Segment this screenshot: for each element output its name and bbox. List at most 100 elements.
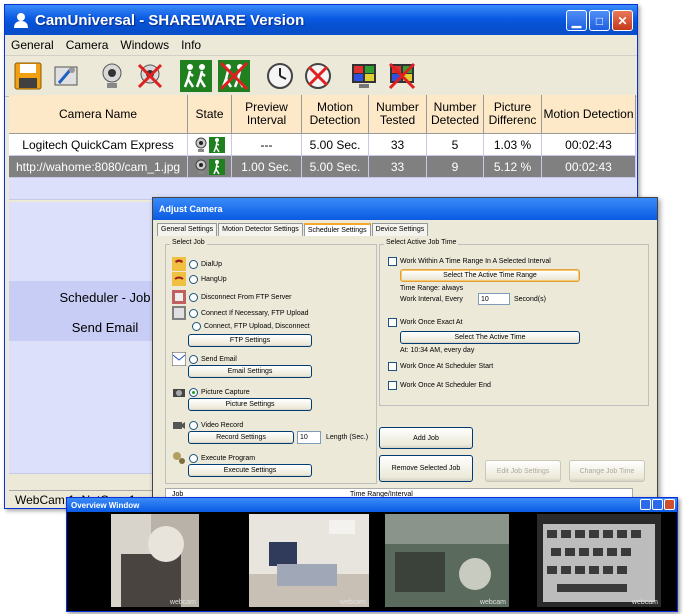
col-state[interactable]: State	[188, 95, 232, 133]
menu-general[interactable]: General	[5, 38, 60, 52]
add-job-button[interactable]: Add Job	[379, 427, 473, 449]
window-title: CamUniversal - SHAREWARE Version	[35, 11, 305, 29]
tab-general-settings[interactable]: General Settings	[157, 223, 218, 236]
checkbox-work-once-exact[interactable]	[388, 318, 397, 327]
webcam-button[interactable]	[95, 59, 129, 93]
scheduler-button[interactable]	[263, 59, 297, 93]
overview-minimize-button[interactable]	[640, 499, 651, 510]
camera-feed-1[interactable]: webcam	[111, 514, 199, 607]
camera-feeds: webcam webcam webcam webcam	[67, 512, 677, 611]
scheduler-disable-button[interactable]	[301, 59, 335, 93]
walking-man-icon	[209, 136, 225, 153]
radio-send-email[interactable]	[189, 354, 198, 364]
camera-feed-3[interactable]: webcam	[385, 514, 509, 607]
option-connect-ftp-upload[interactable]: Connect If Necessary, FTP Upload	[172, 306, 309, 320]
maximize-icon: □	[595, 13, 604, 28]
option-label: Send Email	[201, 355, 237, 363]
check-time-range[interactable]: Work Within A Time Range In A Selected I…	[388, 257, 551, 266]
settings-button[interactable]	[49, 59, 83, 93]
checkbox-scheduler-start[interactable]	[388, 362, 397, 371]
remove-selected-job-button[interactable]: Remove Selected Job	[379, 455, 473, 482]
select-active-time-button[interactable]: Select The Active Time	[400, 331, 580, 344]
select-time-range-button[interactable]: Select The Active Time Range	[400, 269, 580, 282]
option-hangup[interactable]: HangUp	[172, 272, 227, 286]
close-button[interactable]: ✕	[612, 10, 633, 31]
monitor-disabled-icon	[388, 62, 416, 90]
col-number-detected[interactable]: Number Detected	[427, 95, 484, 133]
radio-picture-capture[interactable]	[189, 387, 198, 397]
radio-video-record[interactable]	[189, 420, 198, 430]
check-scheduler-end[interactable]: Work Once At Scheduler End	[388, 381, 491, 390]
check-label: Work Once At Scheduler Start	[400, 363, 494, 370]
save-button[interactable]	[11, 59, 45, 93]
table-row-selected[interactable]: http://wahome:8080/cam_1.jpg 1.00 Sec. 5…	[9, 156, 636, 178]
interval-unit: Second(s)	[514, 296, 546, 303]
option-disconnect-ftp[interactable]: Disconnect From FTP Server	[172, 290, 292, 304]
tab-device-settings[interactable]: Device Settings	[371, 223, 429, 236]
interval-input[interactable]: 10	[478, 293, 510, 305]
menu-camera[interactable]: Camera	[60, 38, 115, 52]
radio-connect-upload-disconnect[interactable]	[192, 322, 201, 331]
option-dialup[interactable]: DialUp	[172, 257, 222, 271]
feed-label: webcam	[339, 599, 366, 606]
option-label: Connect If Necessary, FTP Upload	[201, 309, 309, 317]
length-input[interactable]: 10	[297, 431, 321, 444]
overview-title: Overview Window	[71, 500, 140, 510]
execute-settings-button[interactable]: Execute Settings	[188, 464, 312, 477]
picture-settings-button[interactable]: Picture Settings	[188, 398, 312, 411]
feed-image-1	[111, 514, 199, 607]
dialog-tabs: General Settings Motion Detector Setting…	[157, 223, 429, 236]
checkbox-scheduler-end[interactable]	[388, 381, 397, 390]
camera-feed-4[interactable]: webcam	[537, 514, 661, 607]
col-picture-difference[interactable]: Picture Differenc	[484, 95, 542, 133]
tab-motion-detector-settings[interactable]: Motion Detector Settings	[218, 223, 303, 236]
col-motion-detection[interactable]: Motion Detection	[302, 95, 369, 133]
motion-disable-button[interactable]	[217, 59, 251, 93]
email-settings-button[interactable]: Email Settings	[188, 365, 312, 378]
walking-man-icon	[180, 60, 212, 92]
option-video-record[interactable]: Video Record	[172, 418, 243, 432]
title-bar[interactable]: CamUniversal - SHAREWARE Version ▁ □ ✕	[5, 5, 637, 35]
option-send-email[interactable]: Send Email	[172, 352, 237, 366]
overview-close-button[interactable]	[664, 499, 675, 510]
dialog-title-bar[interactable]: Adjust Camera	[153, 198, 657, 220]
radio-hangup[interactable]	[189, 274, 198, 284]
overview-maximize-button[interactable]	[652, 499, 663, 510]
tab-scheduler-settings[interactable]: Scheduler Settings	[303, 223, 371, 236]
radio-execute-program[interactable]	[189, 453, 198, 463]
menu-windows[interactable]: Windows	[114, 38, 175, 52]
phone-icon	[172, 257, 186, 271]
option-connect-upload-disconnect[interactable]: Connect, FTP Upload, Disconnect	[192, 322, 310, 331]
table-row[interactable]: Logitech QuickCam Express --- 5.00 Sec. …	[9, 134, 636, 156]
col-number-tested[interactable]: Number Tested	[369, 95, 427, 133]
cell-motion-time: 00:02:43	[542, 156, 636, 177]
clock-disabled-icon	[305, 63, 331, 89]
close-icon: ✕	[617, 13, 628, 28]
col-preview-interval[interactable]: Preview Interval	[232, 95, 302, 133]
record-settings-button[interactable]: Record Settings	[188, 431, 294, 444]
radio-connect-ftp-upload[interactable]	[189, 308, 198, 318]
edit-job-settings-button[interactable]: Edit Job Settings	[485, 460, 561, 482]
check-work-once-exact[interactable]: Work Once Exact At	[388, 318, 463, 327]
checkbox-time-range[interactable]	[388, 257, 397, 266]
check-scheduler-start[interactable]: Work Once At Scheduler Start	[388, 362, 493, 371]
camera-table: Camera Name State Preview Interval Motio…	[9, 95, 636, 200]
option-picture-capture[interactable]: Picture Capture	[172, 385, 250, 399]
webcam-disable-button[interactable]	[133, 59, 167, 93]
overview-disable-button[interactable]	[385, 59, 419, 93]
overview-title-bar[interactable]: Overview Window	[67, 498, 677, 512]
menu-bar: General Camera Windows Info	[5, 35, 637, 56]
option-execute-program[interactable]: Execute Program	[172, 451, 255, 465]
motion-button[interactable]	[179, 59, 213, 93]
minimize-button[interactable]: ▁	[566, 10, 587, 31]
ftp-settings-button[interactable]: FTP Settings	[188, 334, 312, 347]
camera-feed-2[interactable]: webcam	[249, 514, 369, 607]
radio-dialup[interactable]	[189, 259, 198, 269]
maximize-button[interactable]: □	[589, 10, 610, 31]
change-job-time-button[interactable]: Change Job Time	[569, 460, 645, 482]
col-motion-detection-time[interactable]: Motion Detection	[542, 95, 636, 133]
menu-info[interactable]: Info	[175, 38, 207, 52]
radio-disconnect-ftp[interactable]	[189, 292, 198, 302]
overview-button[interactable]	[347, 59, 381, 93]
col-camera-name[interactable]: Camera Name	[9, 95, 188, 133]
